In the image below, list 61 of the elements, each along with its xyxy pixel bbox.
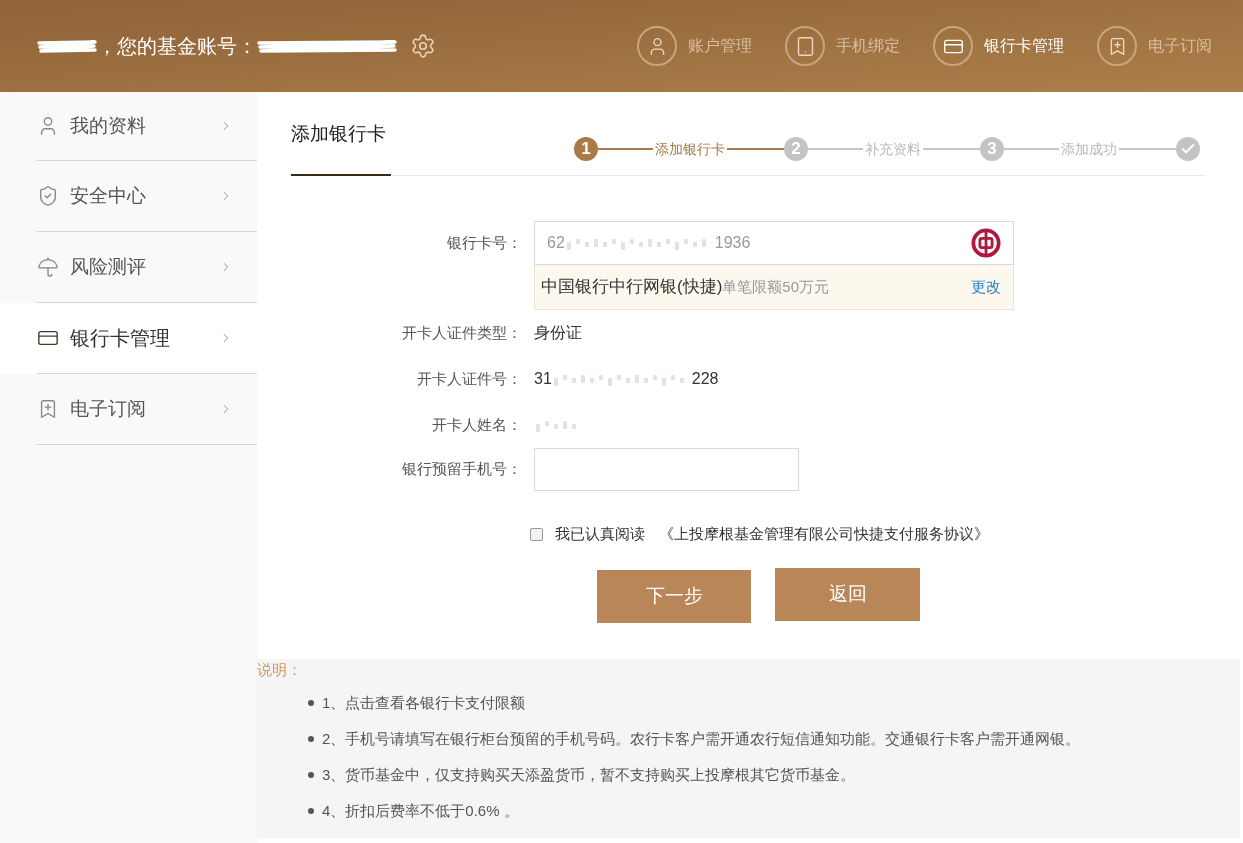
step-connector-line (808, 148, 863, 150)
agreement-text: 我已认真阅读 (555, 523, 645, 544)
agreement-checkbox[interactable] (530, 527, 543, 541)
step-label: 补充资料 (864, 139, 922, 159)
scribble-icon (37, 37, 97, 55)
field-label: 银行预留手机号： (402, 459, 522, 480)
field-value: 身份证 (534, 323, 582, 343)
change-link[interactable]: 更改 (971, 275, 1001, 299)
agreement-link[interactable]: 《上投摩根基金管理有限公司快捷支付服务协议》 (659, 522, 989, 546)
step-connector-line (923, 148, 980, 150)
card-number-end: 1936 (714, 233, 751, 253)
step-connector-line (1119, 148, 1176, 150)
note-text: 2、手机号请填写在银行柜台预留的手机号码。农行卡客户需开通农行短信通知功能。交通银行卡客户需开通网银。 (322, 728, 1081, 749)
action-button[interactable]: 下一步 (597, 570, 751, 623)
nav-link[interactable]: 电子订阅 (1097, 26, 1212, 66)
bullet-icon (308, 736, 314, 742)
tablet-icon (785, 26, 825, 66)
notes-title: 说明： (257, 660, 303, 680)
page-title: 添加银行卡 (291, 92, 391, 176)
bank-limit: 单笔限额50万元 (722, 276, 829, 297)
card-icon (933, 26, 973, 66)
greeting-text: ，您的基金账号： (97, 34, 257, 59)
field-value-start: 31 (534, 369, 552, 389)
nav-link[interactable]: 账户管理 (637, 26, 752, 66)
sidebar-item[interactable]: 电子订阅 (0, 374, 257, 445)
step-number: 1 (574, 137, 598, 161)
step-label: 添加银行卡 (654, 139, 726, 159)
person-icon (637, 26, 677, 66)
bullet-icon (308, 700, 314, 706)
bank-name: 中国银行中行网银(快捷) (541, 276, 723, 299)
bank-logo-icon (971, 228, 1001, 258)
scribble-icon (257, 37, 397, 55)
step-connector-line (1004, 148, 1059, 150)
card-number-field[interactable]: 62 1936 (534, 221, 1014, 265)
action-button[interactable]: 返回 (775, 568, 920, 621)
step-connector-line (727, 148, 784, 150)
bullet-icon (308, 772, 314, 778)
bookmark-plus-icon (1097, 26, 1137, 66)
field-label: 开卡人证件类型： (402, 322, 522, 343)
field-label: 开卡人姓名： (432, 414, 522, 435)
sidebar-item[interactable]: 银行卡管理 (0, 303, 257, 374)
step-number: 3 (980, 137, 1004, 161)
bullet-icon (308, 808, 314, 814)
note-text: 3、货币基金中，仅支持购买天添盈货币，暂不支持购买上投摩根其它货币基金。 (322, 764, 856, 785)
sidebar-item[interactable]: 我的资料 (0, 92, 257, 161)
step-connector-line (598, 148, 653, 150)
field-label: 开卡人证件号： (417, 368, 522, 389)
shield-check-icon (37, 185, 59, 207)
nav-link[interactable]: 手机绑定 (785, 26, 900, 66)
nav-link[interactable]: 银行卡管理 (933, 26, 1064, 66)
note-text: 1、点击查看各银行卡支付限额 (322, 692, 526, 713)
step-label: 添加成功 (1060, 139, 1118, 159)
field-value-end: 228 (691, 369, 719, 389)
phone-input[interactable] (534, 448, 799, 491)
note-text: 4、折扣后费率不低于0.6% 。 (322, 800, 519, 821)
umbrella-icon (37, 256, 59, 278)
card-number-start: 62 (547, 233, 565, 253)
settings-icon[interactable] (410, 33, 436, 59)
field-label: 银行卡号： (447, 232, 522, 253)
sidebar-item[interactable]: 安全中心 (0, 161, 257, 232)
step-number: 2 (784, 137, 808, 161)
